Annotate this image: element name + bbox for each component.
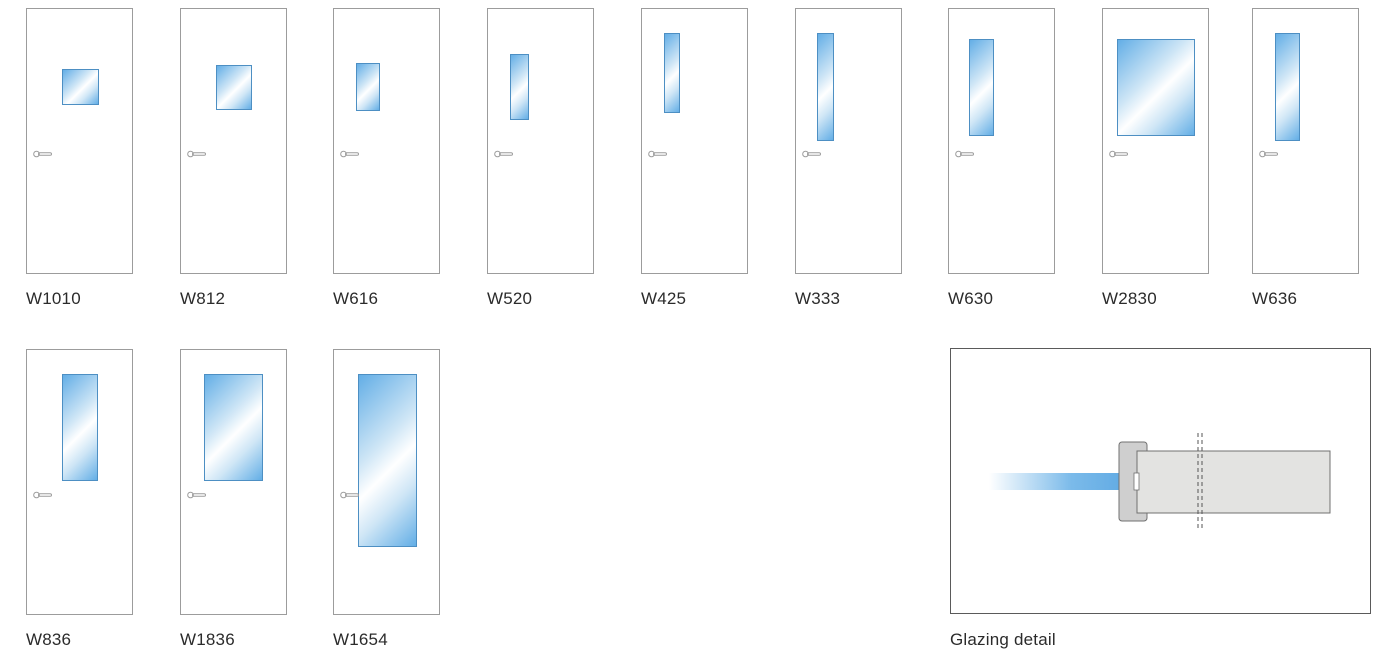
door-label: W1654 [333,630,388,649]
door-w1654 [333,349,440,615]
door-label: W812 [180,289,226,308]
vision-panel [356,63,380,111]
door-w1010 [26,8,133,274]
vision-panel [510,54,529,120]
vision-panel [969,39,994,136]
door-handle-icon [33,491,52,499]
door-handle-icon [802,150,821,158]
door-label: W2830 [1102,289,1157,308]
vision-panel [62,374,98,481]
vision-panel [664,33,680,113]
door-w812 [180,8,287,274]
glass-pane [989,473,1139,490]
door-w1836 [180,349,287,615]
door-handle-icon [1109,150,1128,158]
door-leaf-section [1136,450,1331,514]
glazing-seal [1133,472,1140,491]
door-w520 [487,8,594,274]
door-label: W520 [487,289,533,308]
door-label: W425 [641,289,687,308]
door-label: W1010 [26,289,81,308]
door-handle-icon [955,150,974,158]
vision-panel [358,374,417,547]
vision-panel [817,33,834,141]
door-handle-icon [187,491,206,499]
vision-panel [62,69,99,105]
glazing-detail-label: Glazing detail [950,630,1056,649]
vision-panel [1117,39,1195,136]
door-w636 [1252,8,1359,274]
door-label: W630 [948,289,994,308]
door-handle-icon [494,150,513,158]
glazing-section-drawing [989,433,1331,529]
door-w836 [26,349,133,615]
door-handle-icon [33,150,52,158]
door-w630 [948,8,1055,274]
door-handle-icon [187,150,206,158]
door-label: W836 [26,630,72,649]
vision-panel [1275,33,1300,141]
door-w333 [795,8,902,274]
door-label: W616 [333,289,379,308]
door-w616 [333,8,440,274]
door-w2830 [1102,8,1209,274]
door-label: W1836 [180,630,235,649]
door-handle-icon [1259,150,1278,158]
door-handle-icon [340,491,359,499]
door-handle-icon [648,150,667,158]
door-label: W333 [795,289,841,308]
vision-panel [216,65,252,110]
glazing-detail-panel [950,348,1371,614]
vision-panel [204,374,263,481]
door-w425 [641,8,748,274]
door-handle-icon [340,150,359,158]
door-label: W636 [1252,289,1298,308]
